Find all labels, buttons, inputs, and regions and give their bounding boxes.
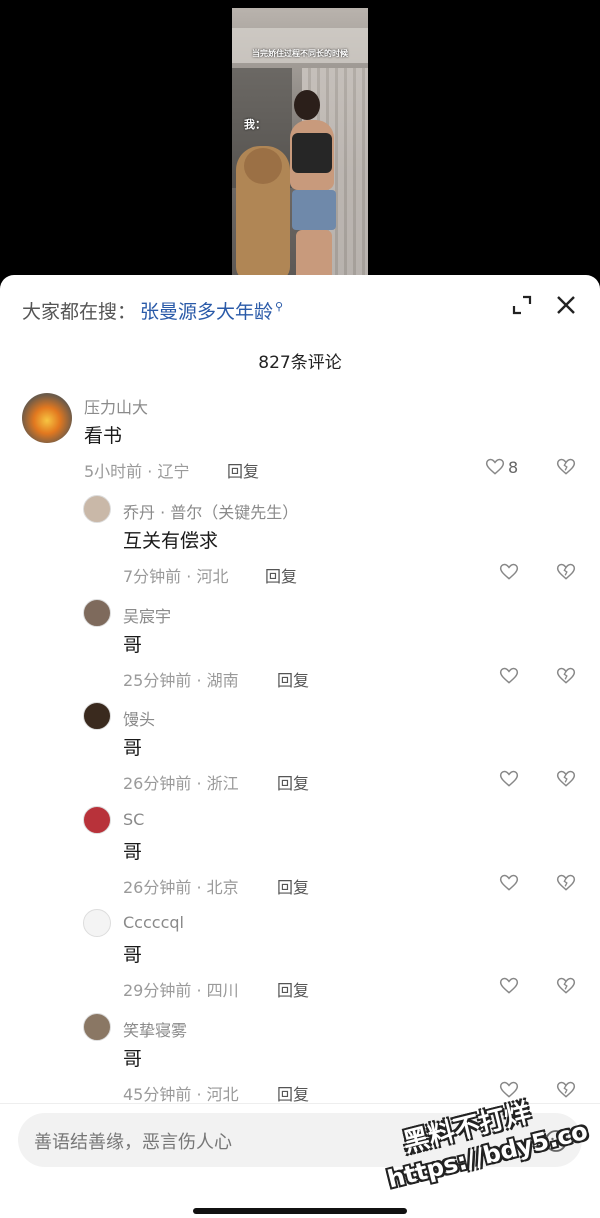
person-shorts: [292, 190, 336, 230]
avatar[interactable]: [83, 806, 111, 834]
search-icon: ⚲: [275, 299, 284, 313]
reply-username[interactable]: SC: [123, 810, 144, 829]
avatar[interactable]: [83, 599, 111, 627]
reply-content: 哥: [123, 944, 143, 966]
reply-username[interactable]: 馒头: [123, 706, 155, 730]
heart-icon[interactable]: [499, 976, 519, 996]
reply-meta: 26分钟前 · 北京: [123, 878, 239, 897]
reply-content: 哥: [123, 737, 143, 759]
comment-input-placeholder: 善语结善缘，恶言伤人心: [34, 1132, 232, 1153]
search-prefix: 大家都在搜：: [22, 300, 137, 323]
reply-meta: 7分钟前 · 河北: [123, 567, 229, 586]
expand-icon[interactable]: [510, 293, 534, 317]
reply-content: 哥: [123, 841, 143, 863]
avatar[interactable]: [83, 702, 111, 730]
like-count: 8: [508, 457, 519, 477]
broken-heart-icon[interactable]: [556, 457, 576, 477]
reply-button[interactable]: 回复: [277, 977, 309, 1001]
watermark: 黑料不打烊 https://bdy5.co: [374, 1071, 600, 1215]
comment-content: 看书: [84, 425, 123, 447]
comments-sheet: 大家都在搜： 张曼源多大年龄 ⚲ 827条评论 压力山大 看书 5小时前 · 辽…: [0, 275, 600, 1218]
monkey-head: [244, 148, 282, 184]
avatar[interactable]: [83, 495, 111, 523]
reply-button[interactable]: 回复: [277, 770, 309, 794]
broken-heart-icon[interactable]: [556, 666, 576, 686]
trending-search[interactable]: 大家都在搜： 张曼源多大年龄 ⚲: [22, 295, 283, 325]
video-player[interactable]: 当完娇住过程不同长的时候 我：: [232, 8, 368, 285]
broken-heart-icon[interactable]: [556, 976, 576, 996]
reply-meta: 29分钟前 · 四川: [123, 981, 239, 1000]
person-top: [292, 133, 332, 173]
video-area[interactable]: 当完娇住过程不同长的时候 我：: [0, 0, 600, 285]
reply-username[interactable]: 乔丹 · 普尔（关键先生）: [123, 499, 298, 523]
video-caption: 当完娇住过程不同长的时候: [252, 49, 348, 58]
person-head: [294, 90, 320, 120]
reply-button[interactable]: 回复: [277, 667, 309, 691]
search-term-link[interactable]: 张曼源多大年龄: [140, 297, 273, 324]
video-label: 我：: [244, 118, 266, 131]
broken-heart-icon[interactable]: [556, 562, 576, 582]
reply-content: 哥: [123, 634, 143, 656]
avatar[interactable]: [22, 393, 72, 443]
heart-icon[interactable]: [499, 769, 519, 789]
reply-meta: 25分钟前 · 湖南: [123, 671, 239, 690]
broken-heart-icon[interactable]: [556, 769, 576, 789]
heart-icon[interactable]: [499, 562, 519, 582]
reply-button[interactable]: 回复: [265, 563, 297, 587]
reply-button[interactable]: 回复: [277, 874, 309, 898]
reply-username[interactable]: Cccccql: [123, 913, 184, 932]
avatar[interactable]: [83, 1013, 111, 1041]
comment-meta: 5小时前 · 辽宁: [84, 462, 190, 481]
home-indicator[interactable]: [193, 1208, 407, 1214]
reply-meta: 45分钟前 · 河北: [123, 1085, 239, 1104]
reply-button[interactable]: 回复: [227, 458, 259, 482]
reply-username[interactable]: 吴宸宇: [123, 603, 171, 627]
reply-content: 哥: [123, 1048, 143, 1070]
like-button[interactable]: 8: [485, 457, 518, 477]
reply-meta: 26分钟前 · 浙江: [123, 774, 239, 793]
comment-count: 827条评论: [258, 353, 342, 373]
reply-button[interactable]: 回复: [277, 1081, 309, 1105]
heart-icon: [485, 458, 505, 475]
avatar[interactable]: [83, 909, 111, 937]
heart-icon[interactable]: [499, 666, 519, 686]
close-icon[interactable]: [554, 293, 578, 317]
reply-username[interactable]: 笑挚寝雾: [123, 1017, 187, 1041]
comment-username[interactable]: 压力山大: [84, 394, 148, 418]
heart-icon[interactable]: [499, 873, 519, 893]
broken-heart-icon[interactable]: [556, 873, 576, 893]
reply-content: 互关有偿求: [123, 530, 219, 552]
